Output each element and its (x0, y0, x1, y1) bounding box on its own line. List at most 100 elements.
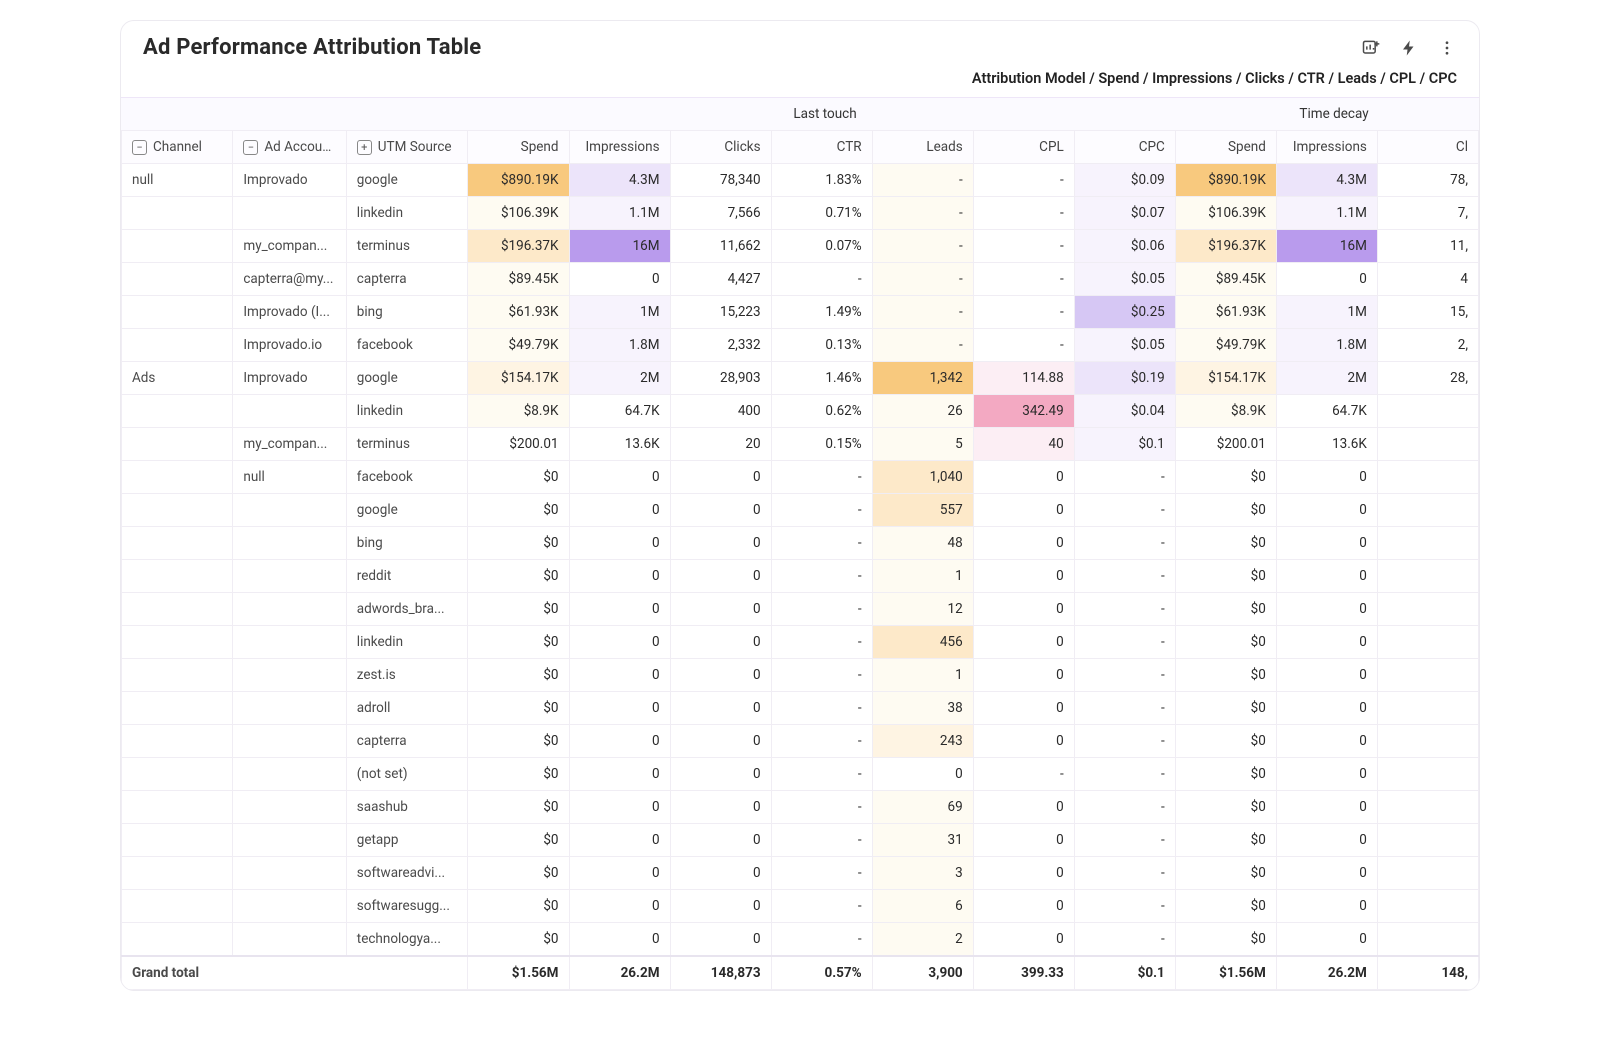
table-row[interactable]: nullfacebook$000-1,0400-$00 (122, 461, 1479, 494)
cell-channel (122, 659, 233, 692)
col-clicks-2[interactable]: Cl (1377, 131, 1478, 164)
cell-metric: 11, (1377, 230, 1478, 263)
table-row[interactable]: AdsImprovadogoogle$154.17K2M28,9031.46%1… (122, 362, 1479, 395)
col-ctr[interactable]: CTR (771, 131, 872, 164)
cell-metric: $0 (468, 593, 569, 626)
cell-metric: $0.09 (1074, 164, 1175, 197)
table-scroll[interactable]: −Channel −Ad Account ... +UTM Source Spe… (121, 130, 1479, 990)
col-leads[interactable]: Leads (872, 131, 973, 164)
col-spend-2[interactable]: Spend (1175, 131, 1276, 164)
cell-metric (1377, 527, 1478, 560)
cell-channel (122, 626, 233, 659)
cell-metric: 2M (1276, 362, 1377, 395)
table-row[interactable]: google$000-5570-$00 (122, 494, 1479, 527)
col-impressions-2[interactable]: Impressions (1276, 131, 1377, 164)
cell-metric: 0 (1276, 890, 1377, 923)
cell-metric: $154.17K (468, 362, 569, 395)
cell-channel (122, 461, 233, 494)
cell-utm: capterra (346, 725, 468, 758)
cell-metric: 0.07% (771, 230, 872, 263)
cell-metric: 0 (670, 824, 771, 857)
cell-metric: $0 (468, 494, 569, 527)
cell-metric: $0.05 (1074, 263, 1175, 296)
col-utm-source[interactable]: +UTM Source (346, 131, 468, 164)
col-ad-account[interactable]: −Ad Account ... (233, 131, 346, 164)
cell-metric: 557 (872, 494, 973, 527)
table-row[interactable]: linkedin$000-4560-$00 (122, 626, 1479, 659)
cell-metric: 1M (1276, 296, 1377, 329)
cell-utm: softwareadvi... (346, 857, 468, 890)
cell-metric (1377, 725, 1478, 758)
table-row[interactable]: adroll$000-380-$00 (122, 692, 1479, 725)
cell-channel (122, 923, 233, 957)
table-row[interactable]: zest.is$000-10-$00 (122, 659, 1479, 692)
table-row[interactable]: capterra$000-2430-$00 (122, 725, 1479, 758)
table-row[interactable]: capterra@my...capterra$89.45K04,427---$0… (122, 263, 1479, 296)
table-row[interactable]: reddit$000-10-$00 (122, 560, 1479, 593)
cell-metric: - (872, 296, 973, 329)
cell-metric: $0 (468, 527, 569, 560)
cell-account (233, 494, 346, 527)
cell-metric: 0 (670, 791, 771, 824)
table-row[interactable]: linkedin$106.39K1.1M7,5660.71%--$0.07$10… (122, 197, 1479, 230)
kebab-menu-icon[interactable] (1437, 38, 1457, 58)
collapse-icon[interactable]: − (243, 140, 258, 155)
cell-channel (122, 725, 233, 758)
cell-account: my_compan... (233, 428, 346, 461)
table-row[interactable]: linkedin$8.9K64.7K4000.62%26342.49$0.04$… (122, 395, 1479, 428)
col-cpl[interactable]: CPL (973, 131, 1074, 164)
cell-metric: 28, (1377, 362, 1478, 395)
table-row[interactable]: bing$000-480-$00 (122, 527, 1479, 560)
cell-metric: - (973, 296, 1074, 329)
header-actions (1361, 38, 1457, 58)
col-spend[interactable]: Spend (468, 131, 569, 164)
cell-metric: 0 (569, 758, 670, 791)
cell-metric: $0.06 (1074, 230, 1175, 263)
table-row[interactable]: Improvado.iofacebook$49.79K1.8M2,3320.13… (122, 329, 1479, 362)
cell-metric: $0 (468, 857, 569, 890)
col-cpc[interactable]: CPC (1074, 131, 1175, 164)
table-row[interactable]: saashub$000-690-$00 (122, 791, 1479, 824)
cell-metric: - (1074, 626, 1175, 659)
cell-metric: 11,662 (670, 230, 771, 263)
cell-metric: 13.6K (569, 428, 670, 461)
cell-utm: linkedin (346, 395, 468, 428)
cell-metric: - (771, 494, 872, 527)
cell-metric: 1.49% (771, 296, 872, 329)
cell-metric: $0 (1175, 626, 1276, 659)
table-row[interactable]: my_compan...terminus$200.0113.6K200.15%5… (122, 428, 1479, 461)
cell-metric: 0 (1276, 824, 1377, 857)
table-row[interactable]: nullImprovadogoogle$890.19K4.3M78,3401.8… (122, 164, 1479, 197)
table-row[interactable]: (not set)$000-0--$00 (122, 758, 1479, 791)
cell-account: Improvado.io (233, 329, 346, 362)
cell-utm: bing (346, 296, 468, 329)
cell-channel (122, 758, 233, 791)
table-row[interactable]: my_compan...terminus$196.37K16M11,6620.0… (122, 230, 1479, 263)
lightning-icon[interactable] (1399, 38, 1419, 58)
table-row[interactable]: getapp$000-310-$00 (122, 824, 1479, 857)
cell-channel (122, 890, 233, 923)
chart-add-icon[interactable] (1361, 38, 1381, 58)
table-row[interactable]: Improvado (I...bing$61.93K1M15,2231.49%-… (122, 296, 1479, 329)
cell-metric: - (973, 230, 1074, 263)
cell-metric (1377, 428, 1478, 461)
cell-metric: $0 (468, 626, 569, 659)
cell-metric: 1.83% (771, 164, 872, 197)
table-row[interactable]: technologya...$000-20-$00 (122, 923, 1479, 957)
table-row[interactable]: adwords_bra...$000-120-$00 (122, 593, 1479, 626)
cell-channel (122, 230, 233, 263)
cell-metric: - (872, 164, 973, 197)
col-channel[interactable]: −Channel (122, 131, 233, 164)
cell-metric: 0.71% (771, 197, 872, 230)
col-clicks[interactable]: Clicks (670, 131, 771, 164)
table-row[interactable]: softwareadvi...$000-30-$00 (122, 857, 1479, 890)
expand-icon[interactable]: + (357, 140, 372, 155)
cell-metric: $49.79K (1175, 329, 1276, 362)
cell-metric: 0 (569, 692, 670, 725)
col-impressions[interactable]: Impressions (569, 131, 670, 164)
table-row[interactable]: softwaresugg...$000-60-$00 (122, 890, 1479, 923)
collapse-icon[interactable]: − (132, 140, 147, 155)
cell-metric: 6 (872, 890, 973, 923)
cell-metric (1377, 890, 1478, 923)
cell-metric: 0 (670, 725, 771, 758)
